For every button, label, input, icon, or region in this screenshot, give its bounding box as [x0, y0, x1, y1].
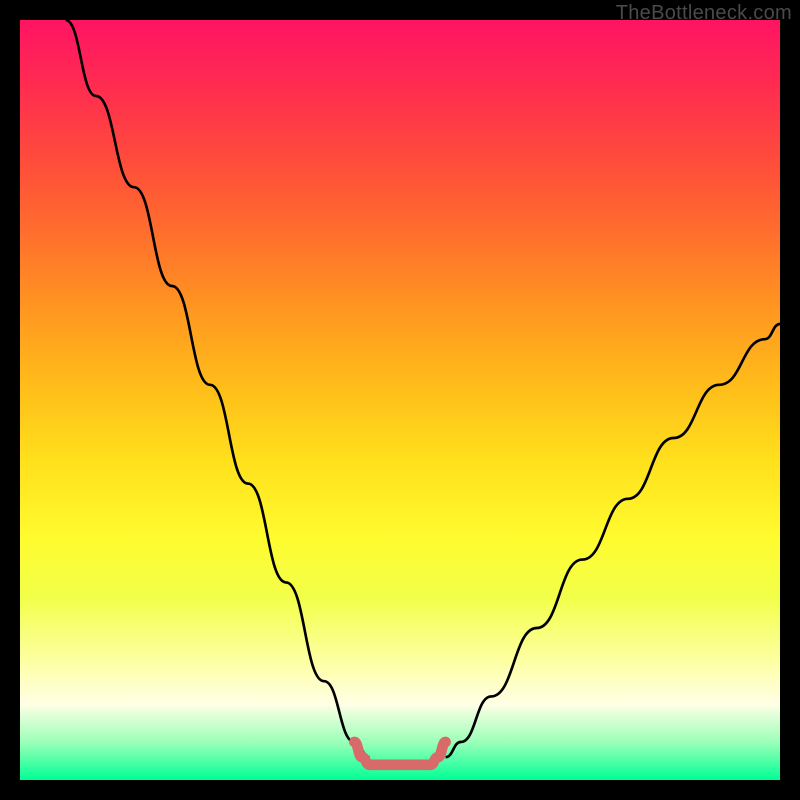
curve-right: [446, 324, 780, 757]
plot-area: [20, 20, 780, 780]
bottom-bracket: [354, 742, 445, 765]
curve-overlay: [20, 20, 780, 780]
chart-frame: TheBottleneck.com: [0, 0, 800, 800]
curve-left: [66, 20, 370, 757]
